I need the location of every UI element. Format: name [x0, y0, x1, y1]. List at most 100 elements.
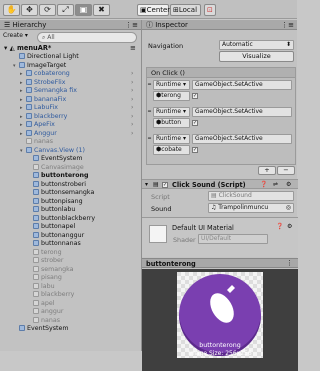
hierarchy-item[interactable]: buttonstroberi: [27, 180, 86, 189]
prefab-open-chevron-icon[interactable]: ›: [131, 79, 133, 86]
navigation-dropdown[interactable]: Automatic ⬍: [219, 40, 294, 50]
hierarchy-item[interactable]: nanas: [27, 316, 60, 325]
hierarchy-item[interactable]: EventSystem: [13, 325, 69, 333]
rect-tool-icon[interactable]: ▣: [75, 4, 92, 16]
rotate-tool-icon[interactable]: ⟳: [39, 4, 56, 16]
gameobject-cube-icon: [33, 163, 39, 170]
target-object-field[interactable]: ⬢cobate: [153, 145, 190, 155]
transform-tool-icon[interactable]: ✖: [93, 4, 110, 16]
component-enabled-checkbox[interactable]: ✓: [162, 182, 168, 188]
add-event-button[interactable]: +: [258, 166, 276, 175]
prefab-open-chevron-icon[interactable]: ›: [131, 113, 133, 120]
visualize-button[interactable]: Visualize: [219, 51, 294, 62]
scale-tool-icon[interactable]: ⤢: [57, 4, 74, 16]
prefab-open-chevron-icon[interactable]: ›: [131, 121, 133, 128]
hierarchy-item[interactable]: nanas: [20, 138, 53, 146]
scene-root[interactable]: ▾ ◭ menuAR*: [4, 44, 51, 52]
drag-handle-icon[interactable]: ═: [148, 136, 151, 142]
runtime-dropdown[interactable]: Runtime ▾: [153, 134, 190, 144]
hierarchy-item[interactable]: ▸ blackberry: [20, 112, 67, 121]
collab-icon[interactable]: ⊡: [204, 4, 216, 16]
sound-field[interactable]: ♫ Trampolinmuncu ◎: [208, 203, 294, 213]
hierarchy-item[interactable]: Directional Light: [13, 53, 79, 61]
preview-header[interactable]: buttonterong ⋮: [142, 258, 298, 268]
material-help-icon[interactable]: ❓: [276, 223, 283, 230]
help-icon[interactable]: ❓: [260, 181, 267, 188]
hierarchy-item[interactable]: blackberry: [27, 291, 74, 299]
hierarchy-item[interactable]: buttonsemangka: [27, 189, 94, 197]
inspector-tab[interactable]: ⓘ Inspector ⋮≡: [142, 20, 297, 30]
target-object-field[interactable]: ⬢terong: [153, 91, 190, 101]
hierarchy-tab[interactable]: ☰ Hierarchy ⋮≡: [0, 20, 141, 30]
hierarchy-item[interactable]: Canvasimage: [27, 163, 84, 172]
prefab-open-chevron-icon[interactable]: ›: [131, 130, 133, 137]
hierarchy-item[interactable]: ▸ Anggur: [20, 129, 57, 138]
hierarchy-item-label: anggur: [41, 308, 64, 315]
move-tool-icon[interactable]: ✥: [21, 4, 38, 16]
hierarchy-item[interactable]: ▾ ImageTarget: [13, 61, 66, 70]
hierarchy-item[interactable]: pisang: [27, 274, 62, 282]
setactive-checkbox[interactable]: ✓: [192, 93, 198, 99]
pivot-center-toggle[interactable]: ▣Center: [137, 4, 170, 16]
hierarchy-item-label: EventSystem: [41, 155, 83, 162]
hierarchy-item[interactable]: ▸ ApeFix: [20, 121, 55, 129]
prefab-open-chevron-icon[interactable]: ›: [131, 70, 133, 77]
hierarchy-item[interactable]: buttonblackberry: [27, 214, 95, 223]
click-sound-header[interactable]: ▾ ▤ ✓ Click Sound (Script) ❓ ⇌ ⚙: [142, 179, 298, 189]
hierarchy-item[interactable]: buttonlabu: [27, 206, 75, 214]
function-dropdown[interactable]: GameObject.SetActive: [192, 80, 292, 90]
inspector-menu-icon[interactable]: ⋮≡: [281, 20, 294, 30]
hierarchy-item[interactable]: ▸ Semangka fix: [20, 87, 77, 95]
hierarchy-item[interactable]: buttonanggur: [27, 231, 84, 240]
hierarchy-item[interactable]: ▸ StrobeFlix: [20, 78, 66, 87]
target-object-field[interactable]: ⬢button: [153, 118, 190, 128]
gameobject-cube-icon: [33, 257, 39, 263]
gameobject-cube-icon: [33, 282, 39, 289]
runtime-dropdown[interactable]: Runtime ▾: [153, 80, 190, 90]
hierarchy-item-label: StrobeFlix: [34, 78, 66, 86]
hierarchy-item[interactable]: ▸ cobaterong: [20, 70, 70, 78]
hierarchy-item[interactable]: ▸ LabuFix: [20, 104, 58, 112]
preview-menu-icon[interactable]: ⋮: [286, 259, 293, 267]
hierarchy-item[interactable]: strober: [27, 257, 64, 265]
hierarchy-item[interactable]: terong: [27, 248, 62, 257]
hierarchy-item-label: blackberry: [41, 291, 75, 298]
prefab-open-chevron-icon[interactable]: ›: [131, 87, 133, 94]
drag-handle-icon[interactable]: ═: [148, 82, 151, 88]
gameobject-cube-icon: [33, 231, 39, 238]
material-gear-icon[interactable]: ⚙: [287, 223, 292, 230]
prefab-open-chevron-icon[interactable]: ›: [131, 96, 133, 103]
runtime-dropdown[interactable]: Runtime ▾: [153, 107, 190, 117]
hierarchy-item[interactable]: apel: [27, 299, 54, 308]
hierarchy-item-label: Semangka fix: [34, 87, 77, 94]
hierarchy-item[interactable]: semangka: [27, 265, 74, 274]
hand-tool-icon[interactable]: ✋: [3, 4, 20, 16]
hierarchy-item[interactable]: ▾ Canvas.View (1): [20, 146, 85, 155]
hierarchy-search-input[interactable]: ⌕ All: [37, 32, 137, 43]
hierarchy-item[interactable]: anggur: [27, 308, 63, 316]
function-dropdown[interactable]: GameObject.SetActive: [192, 107, 292, 117]
panel-menu-icon[interactable]: ⋮≡: [125, 20, 138, 30]
hierarchy-item[interactable]: buttonapel: [27, 223, 75, 231]
gameobject-cube-icon: [33, 308, 39, 314]
prefab-open-chevron-icon[interactable]: ›: [131, 104, 133, 111]
remove-event-button[interactable]: −: [277, 166, 295, 175]
hierarchy-item[interactable]: buttonpisang: [27, 197, 83, 206]
gameobject-cube-icon: [33, 206, 39, 212]
hierarchy-item[interactable]: buttonterong: [27, 172, 89, 180]
setactive-checkbox[interactable]: ✓: [192, 147, 198, 153]
hierarchy-item[interactable]: labu: [27, 282, 55, 291]
function-dropdown[interactable]: GameObject.SetActive: [192, 134, 292, 144]
create-button[interactable]: Create ▾: [3, 32, 28, 39]
hierarchy-item-label: bananaFix: [34, 95, 67, 103]
drag-handle-icon[interactable]: ═: [148, 109, 151, 115]
setactive-checkbox[interactable]: ✓: [192, 120, 198, 126]
hierarchy-item[interactable]: EventSystem: [27, 155, 83, 163]
preset-icon[interactable]: ⇌: [273, 181, 278, 188]
scene-menu-icon[interactable]: ≡: [130, 44, 136, 52]
object-picker-icon[interactable]: ◎: [286, 204, 291, 212]
hierarchy-item[interactable]: buttonnanas: [27, 240, 81, 248]
hierarchy-item[interactable]: ▸ bananaFix: [20, 95, 67, 104]
component-gear-icon[interactable]: ⚙: [286, 181, 291, 188]
local-global-toggle[interactable]: ⊞Local: [170, 4, 201, 16]
